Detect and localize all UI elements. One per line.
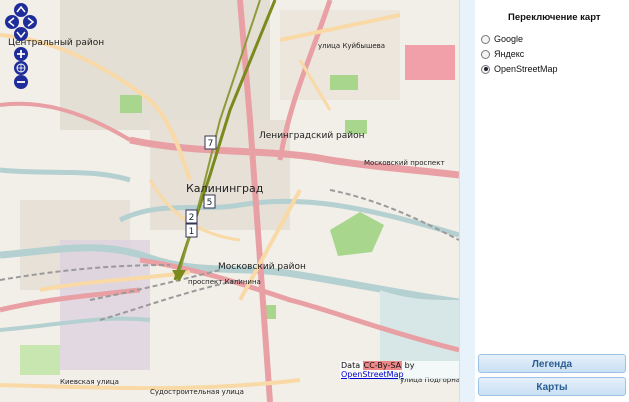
zoom-out-button[interactable] xyxy=(14,75,28,89)
map-view[interactable]: 7 2 1 5 Центральный район Ленинградский … xyxy=(0,0,459,402)
osm-link[interactable]: OpenStreetMap xyxy=(341,370,404,379)
label-leningrad-district: Ленинградский район xyxy=(259,131,365,141)
option-yandex-label: Яндекс xyxy=(494,49,525,59)
marker-label-7: 7 xyxy=(208,139,214,149)
legend-button[interactable]: Легенда xyxy=(478,354,626,373)
radio-yandex[interactable] xyxy=(481,49,490,59)
license-text: CC-By-SA xyxy=(362,361,403,370)
panel-stripe xyxy=(460,0,475,402)
map-navigation-control xyxy=(4,2,38,94)
radio-google[interactable] xyxy=(481,34,490,44)
pan-left-button[interactable] xyxy=(5,15,19,29)
option-google-label: Google xyxy=(494,34,524,44)
pan-right-button[interactable] xyxy=(23,15,37,29)
label-kuibysheva: улица Куйбышева xyxy=(318,42,386,50)
panel-title: Переключение карт xyxy=(508,12,601,23)
radio-openstreetmap[interactable] xyxy=(481,64,490,74)
route-marker[interactable]: 7 xyxy=(204,135,217,150)
option-openstreetmap[interactable]: OpenStreetMap xyxy=(481,64,558,74)
option-google[interactable]: Google xyxy=(481,34,523,44)
label-city: Калининград xyxy=(186,182,264,195)
route-marker[interactable]: 2 xyxy=(185,209,198,224)
route-marker[interactable]: 5 xyxy=(203,194,216,209)
map-tiles: 7 2 1 5 xyxy=(0,0,459,402)
label-sudostroitelnaya: Судостроительная улица xyxy=(150,388,244,396)
pan-up-button[interactable] xyxy=(14,3,28,17)
marker-label-5: 5 xyxy=(207,198,213,208)
route-marker[interactable]: 1 xyxy=(185,223,198,238)
maps-button[interactable]: Карты xyxy=(478,377,626,396)
pan-down-button[interactable] xyxy=(14,27,28,41)
label-moscow-prospect: Московский проспект xyxy=(364,159,445,167)
attribution-prefix: Data xyxy=(341,361,361,370)
zoom-world-button[interactable] xyxy=(14,61,28,75)
label-kalinin-prospect: проспект Калинина xyxy=(188,278,261,286)
marker-label-2: 2 xyxy=(189,213,195,223)
marker-label-1: 1 xyxy=(189,227,195,237)
label-kievskaya: Киевская улица xyxy=(60,378,119,386)
attribution-by: by xyxy=(404,361,415,370)
option-yandex[interactable]: Яндекс xyxy=(481,49,524,59)
side-panel: Переключение карт Google Яндекс OpenStre… xyxy=(459,0,629,402)
label-moscow-district: Московский район xyxy=(218,262,306,272)
option-openstreetmap-label: OpenStreetMap xyxy=(494,64,558,74)
map-attribution: Data CC-By-SA by OpenStreetMap xyxy=(340,361,459,379)
zoom-in-button[interactable] xyxy=(14,47,28,61)
